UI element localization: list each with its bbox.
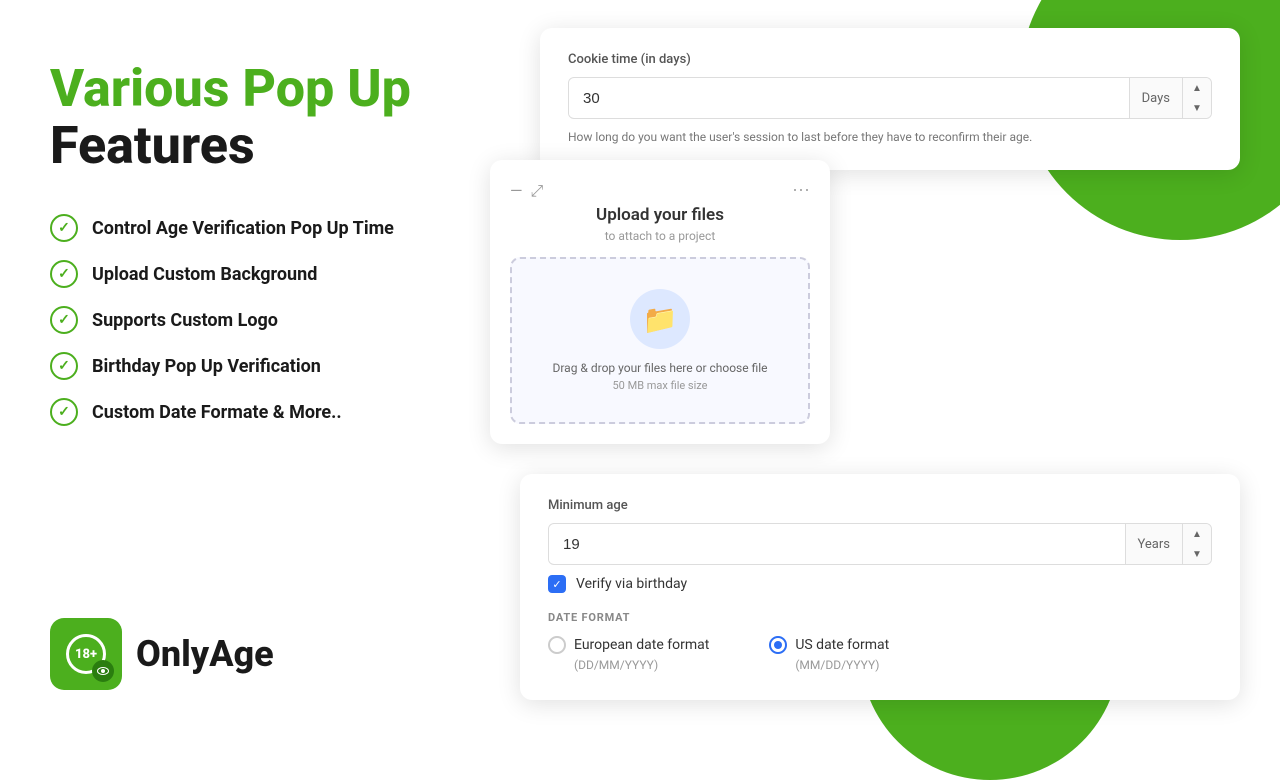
european-radio-button[interactable] [548, 636, 566, 654]
upload-window-actions: — ⤢ [510, 181, 543, 201]
list-item: ✓ Birthday Pop Up Verification [50, 352, 440, 380]
stepper-up-button[interactable]: ▲ [1183, 524, 1211, 544]
feature-label: Birthday Pop Up Verification [92, 356, 321, 377]
more-options-icon[interactable]: ⋯ [792, 180, 810, 201]
feature-label: Upload Custom Background [92, 264, 317, 285]
european-format-hint: (DD/MM/YYYY) [574, 658, 709, 672]
verify-birthday-row[interactable]: ✓ Verify via birthday [548, 575, 1212, 593]
upload-drop-text: Drag & drop your files here or choose fi… [532, 361, 788, 375]
eye-icon [92, 660, 114, 682]
stepper-down-button[interactable]: ▼ [1183, 544, 1211, 564]
upload-size-hint: 50 MB max file size [532, 379, 788, 392]
cookie-value-input[interactable] [569, 80, 1129, 117]
stepper-down-button[interactable]: ▼ [1183, 98, 1211, 118]
date-format-section: DATE FORMAT European date format (DD/MM/… [548, 611, 1212, 672]
us-date-option[interactable]: US date format (MM/DD/YYYY) [769, 636, 889, 672]
headline-line1: Various Pop Up [50, 60, 440, 117]
list-item: ✓ Custom Date Formate & More.. [50, 398, 440, 426]
upload-card-header: — ⤢ ⋯ [510, 180, 810, 201]
check-icon: ✓ [50, 214, 78, 242]
upload-card: — ⤢ ⋯ Upload your files to attach to a p… [490, 160, 830, 444]
european-radio-label: European date format [574, 637, 709, 653]
minage-stepper[interactable]: ▲ ▼ [1182, 524, 1211, 564]
minimum-age-card: Minimum age Years ▲ ▼ ✓ Verify via birth… [520, 474, 1240, 700]
cookie-time-card: Cookie time (in days) Days ▲ ▼ How long … [540, 28, 1240, 170]
cookie-input-row: Days ▲ ▼ [568, 77, 1212, 119]
headline: Various Pop Up Features [50, 60, 440, 174]
stepper-up-button[interactable]: ▲ [1183, 78, 1211, 98]
list-item: ✓ Supports Custom Logo [50, 306, 440, 334]
list-item: ✓ Control Age Verification Pop Up Time [50, 214, 440, 242]
expand-icon[interactable]: ⤢ [531, 181, 544, 201]
logo-area: 18+ OnlyAge [50, 618, 274, 690]
brand-name: OnlyAge [136, 633, 274, 675]
date-format-title: DATE FORMAT [548, 611, 1212, 624]
logo-icon: 18+ [50, 618, 122, 690]
check-icon: ✓ [50, 306, 78, 334]
verify-birthday-label: Verify via birthday [576, 576, 687, 592]
upload-dropzone[interactable]: 📁 Drag & drop your files here or choose … [510, 257, 810, 424]
cookie-hint: How long do you want the user's session … [568, 129, 1212, 146]
check-icon: ✓ [50, 398, 78, 426]
us-radio-button[interactable] [769, 636, 787, 654]
feature-label: Control Age Verification Pop Up Time [92, 218, 394, 239]
right-panel: Cookie time (in days) Days ▲ ▼ How long … [480, 0, 1280, 720]
minage-label: Minimum age [548, 498, 1212, 513]
european-date-option[interactable]: European date format (DD/MM/YYYY) [548, 636, 709, 672]
us-radio-row[interactable]: US date format [769, 636, 889, 654]
feature-label: Supports Custom Logo [92, 310, 278, 331]
feature-label: Custom Date Formate & More.. [92, 402, 342, 423]
left-panel: Various Pop Up Features ✓ Control Age Ve… [0, 0, 480, 720]
headline-line2: Features [50, 117, 440, 174]
upload-icon-wrap: 📁 [630, 289, 690, 349]
cookie-suffix: Days [1129, 78, 1182, 118]
cookie-label: Cookie time (in days) [568, 52, 1212, 67]
age-text: 18+ [75, 647, 97, 662]
list-item: ✓ Upload Custom Background [50, 260, 440, 288]
verify-birthday-checkbox[interactable]: ✓ [548, 575, 566, 593]
date-format-options: European date format (DD/MM/YYYY) US dat… [548, 636, 1212, 672]
upload-title: Upload your files [510, 205, 810, 225]
us-radio-label: US date format [795, 637, 889, 653]
upload-subtitle: to attach to a project [510, 229, 810, 243]
minage-suffix: Years [1125, 524, 1182, 564]
cookie-stepper[interactable]: ▲ ▼ [1182, 78, 1211, 118]
folder-icon: 📁 [643, 303, 678, 336]
european-radio-row[interactable]: European date format [548, 636, 709, 654]
features-list: ✓ Control Age Verification Pop Up Time ✓… [50, 214, 440, 426]
minimize-icon[interactable]: — [510, 181, 523, 200]
minage-input-row: Years ▲ ▼ [548, 523, 1212, 565]
check-icon: ✓ [50, 352, 78, 380]
minage-value-input[interactable] [549, 526, 1125, 563]
us-format-hint: (MM/DD/YYYY) [795, 658, 889, 672]
check-icon: ✓ [50, 260, 78, 288]
